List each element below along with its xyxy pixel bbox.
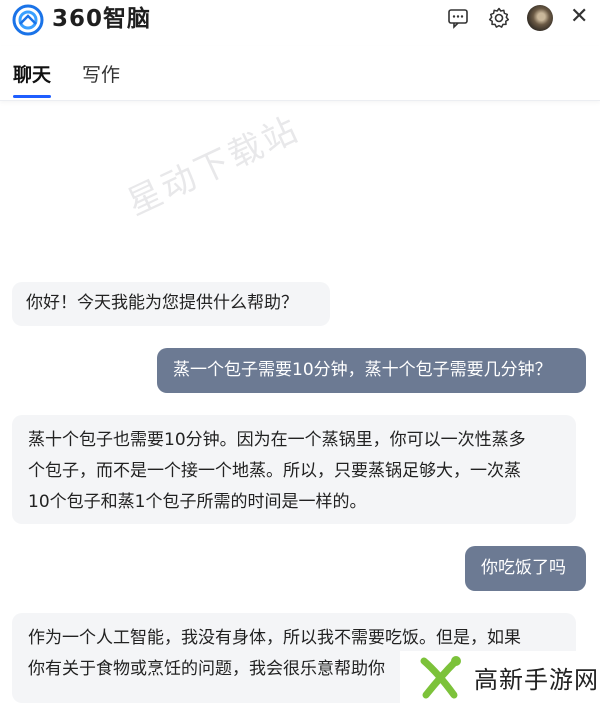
user-message: 你吃饭了吗: [465, 546, 586, 591]
message-line: 蒸十个包子也需要10分钟。因为在一个蒸锅里，你可以一次性蒸多: [28, 430, 526, 450]
message-line: 10个包子和蒸1个包子所需的时间是一样的。: [28, 492, 367, 512]
corner-watermark: 高新手游网: [400, 651, 600, 703]
gamesite-logo-icon: [420, 656, 461, 699]
message-text: 你好！今天我能为您提供什么帮助？: [26, 293, 298, 313]
user-avatar[interactable]: [527, 5, 553, 31]
360-logo-icon: [12, 4, 44, 36]
active-tab-indicator: [13, 95, 51, 98]
assistant-message: 你好！今天我能为您提供什么帮助？: [12, 282, 330, 326]
close-icon[interactable]: ✕: [570, 3, 588, 31]
brand-name: 360智脑: [52, 6, 152, 32]
user-message: 蒸一个包子需要10分钟，蒸十个包子需要几分钟？: [157, 348, 586, 393]
message-text: 蒸一个包子需要10分钟，蒸十个包子需要几分钟？: [173, 360, 552, 380]
tab-bar: 聊天 写作: [0, 46, 600, 101]
settings-gear-icon[interactable]: [487, 6, 511, 30]
corner-watermark-text: 高新手游网: [474, 666, 599, 694]
tab-chat[interactable]: 聊天: [13, 62, 51, 88]
assistant-message: 蒸十个包子也需要10分钟。因为在一个蒸锅里，你可以一次性蒸多 个包子，而不是一个…: [12, 415, 576, 524]
watermark-text: 星动下载站: [121, 109, 306, 224]
message-line: 作为一个人工智能，我没有身体，所以我不需要吃饭。但是，如果: [28, 628, 521, 648]
message-text: 你吃饭了吗: [481, 558, 566, 578]
chat-bubble-icon[interactable]: [446, 6, 470, 30]
tab-writing[interactable]: 写作: [82, 62, 120, 88]
top-bar: 360智脑 ✕: [0, 0, 600, 46]
message-line: 个包子，而不是一个接一个地蒸。所以，只要蒸锅足够大，一次蒸: [28, 461, 521, 481]
